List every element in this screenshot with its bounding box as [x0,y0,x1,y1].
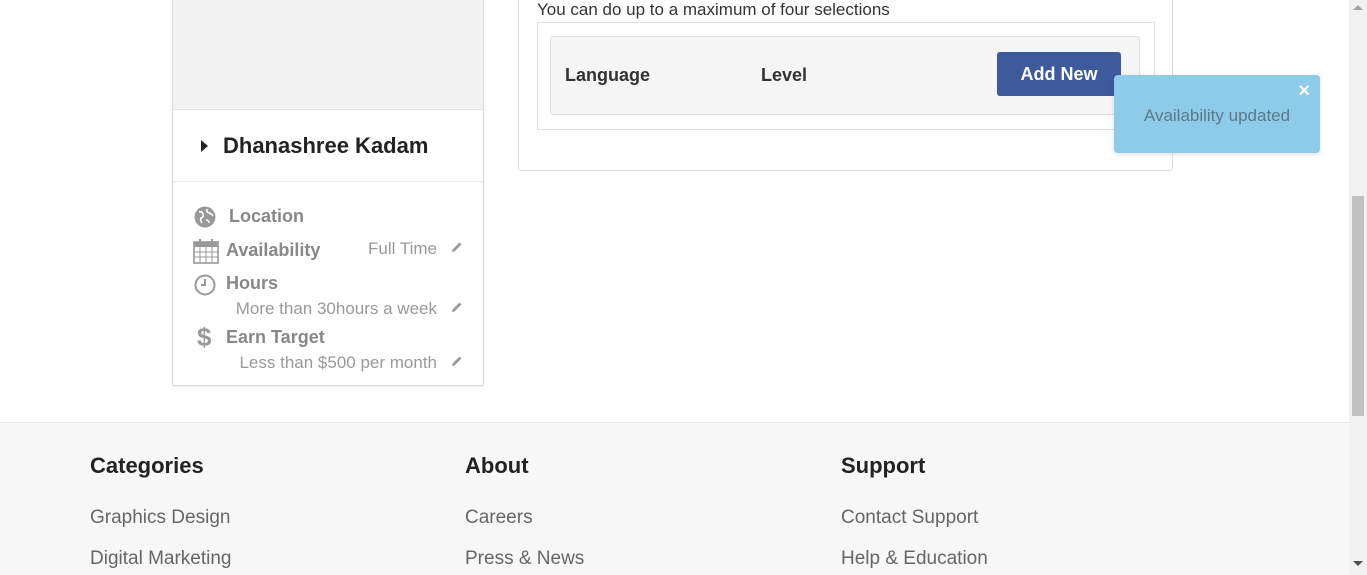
footer-heading-support: Support [841,453,926,478]
edit-earn-target-pencil-icon[interactable] [451,354,465,368]
profile-photo-placeholder [173,0,483,110]
language-column-header: Language [565,65,651,85]
clock-icon [194,274,216,301]
scroll-down-arrow-icon[interactable] [1353,561,1363,566]
calendar-icon [193,238,219,269]
globe-icon [194,206,216,233]
languages-table-wrapper: Language Level Add New [537,22,1155,130]
footer-link-graphics-design[interactable]: Graphics Design [90,507,230,529]
languages-panel: You can do up to a maximum of four selec… [518,0,1173,171]
footer-link-digital-marketing[interactable]: Digital Marketing [90,548,232,570]
earn-target-value: Less than $500 per month [239,353,437,372]
toast-close-icon[interactable]: × [1298,81,1310,101]
level-column-header: Level [761,65,808,85]
location-label: Location [229,206,304,226]
toast-message: Availability updated [1143,106,1291,125]
scrollbar-thumb[interactable] [1352,196,1364,416]
profile-card: Dhanashree Kadam Location Availability F… [172,0,484,386]
footer-heading-categories: Categories [90,453,204,478]
footer-link-press-news[interactable]: Press & News [465,548,584,570]
edit-hours-pencil-icon[interactable] [451,300,465,314]
hours-label: Hours [226,273,279,293]
languages-table-header: Language Level Add New [550,36,1140,115]
footer-heading-about: About [465,453,529,478]
footer-link-contact-support[interactable]: Contact Support [841,507,978,529]
vertical-scrollbar[interactable] [1349,0,1367,575]
footer: Categories Graphics Design Digital Marke… [0,422,1349,575]
footer-link-careers[interactable]: Careers [465,507,533,529]
profile-name-row[interactable]: Dhanashree Kadam [173,109,483,182]
edit-availability-pencil-icon[interactable] [451,240,465,254]
availability-value: Full Time [368,239,437,258]
scroll-up-arrow-icon[interactable] [1353,5,1363,10]
hours-value: More than 30hours a week [235,299,437,318]
page: Dhanashree Kadam Location Availability F… [0,0,1349,575]
earn-target-label: Earn Target [226,327,325,347]
languages-note: You can do up to a maximum of four selec… [537,0,890,19]
availability-label: Availability [226,240,321,260]
profile-name: Dhanashree Kadam [223,133,429,158]
add-new-language-button[interactable]: Add New [997,52,1121,96]
toast-notification: × Availability updated [1114,75,1320,153]
dollar-icon: $ [197,322,212,352]
footer-link-help-education[interactable]: Help & Education [841,548,988,570]
caret-right-icon[interactable] [201,140,208,152]
